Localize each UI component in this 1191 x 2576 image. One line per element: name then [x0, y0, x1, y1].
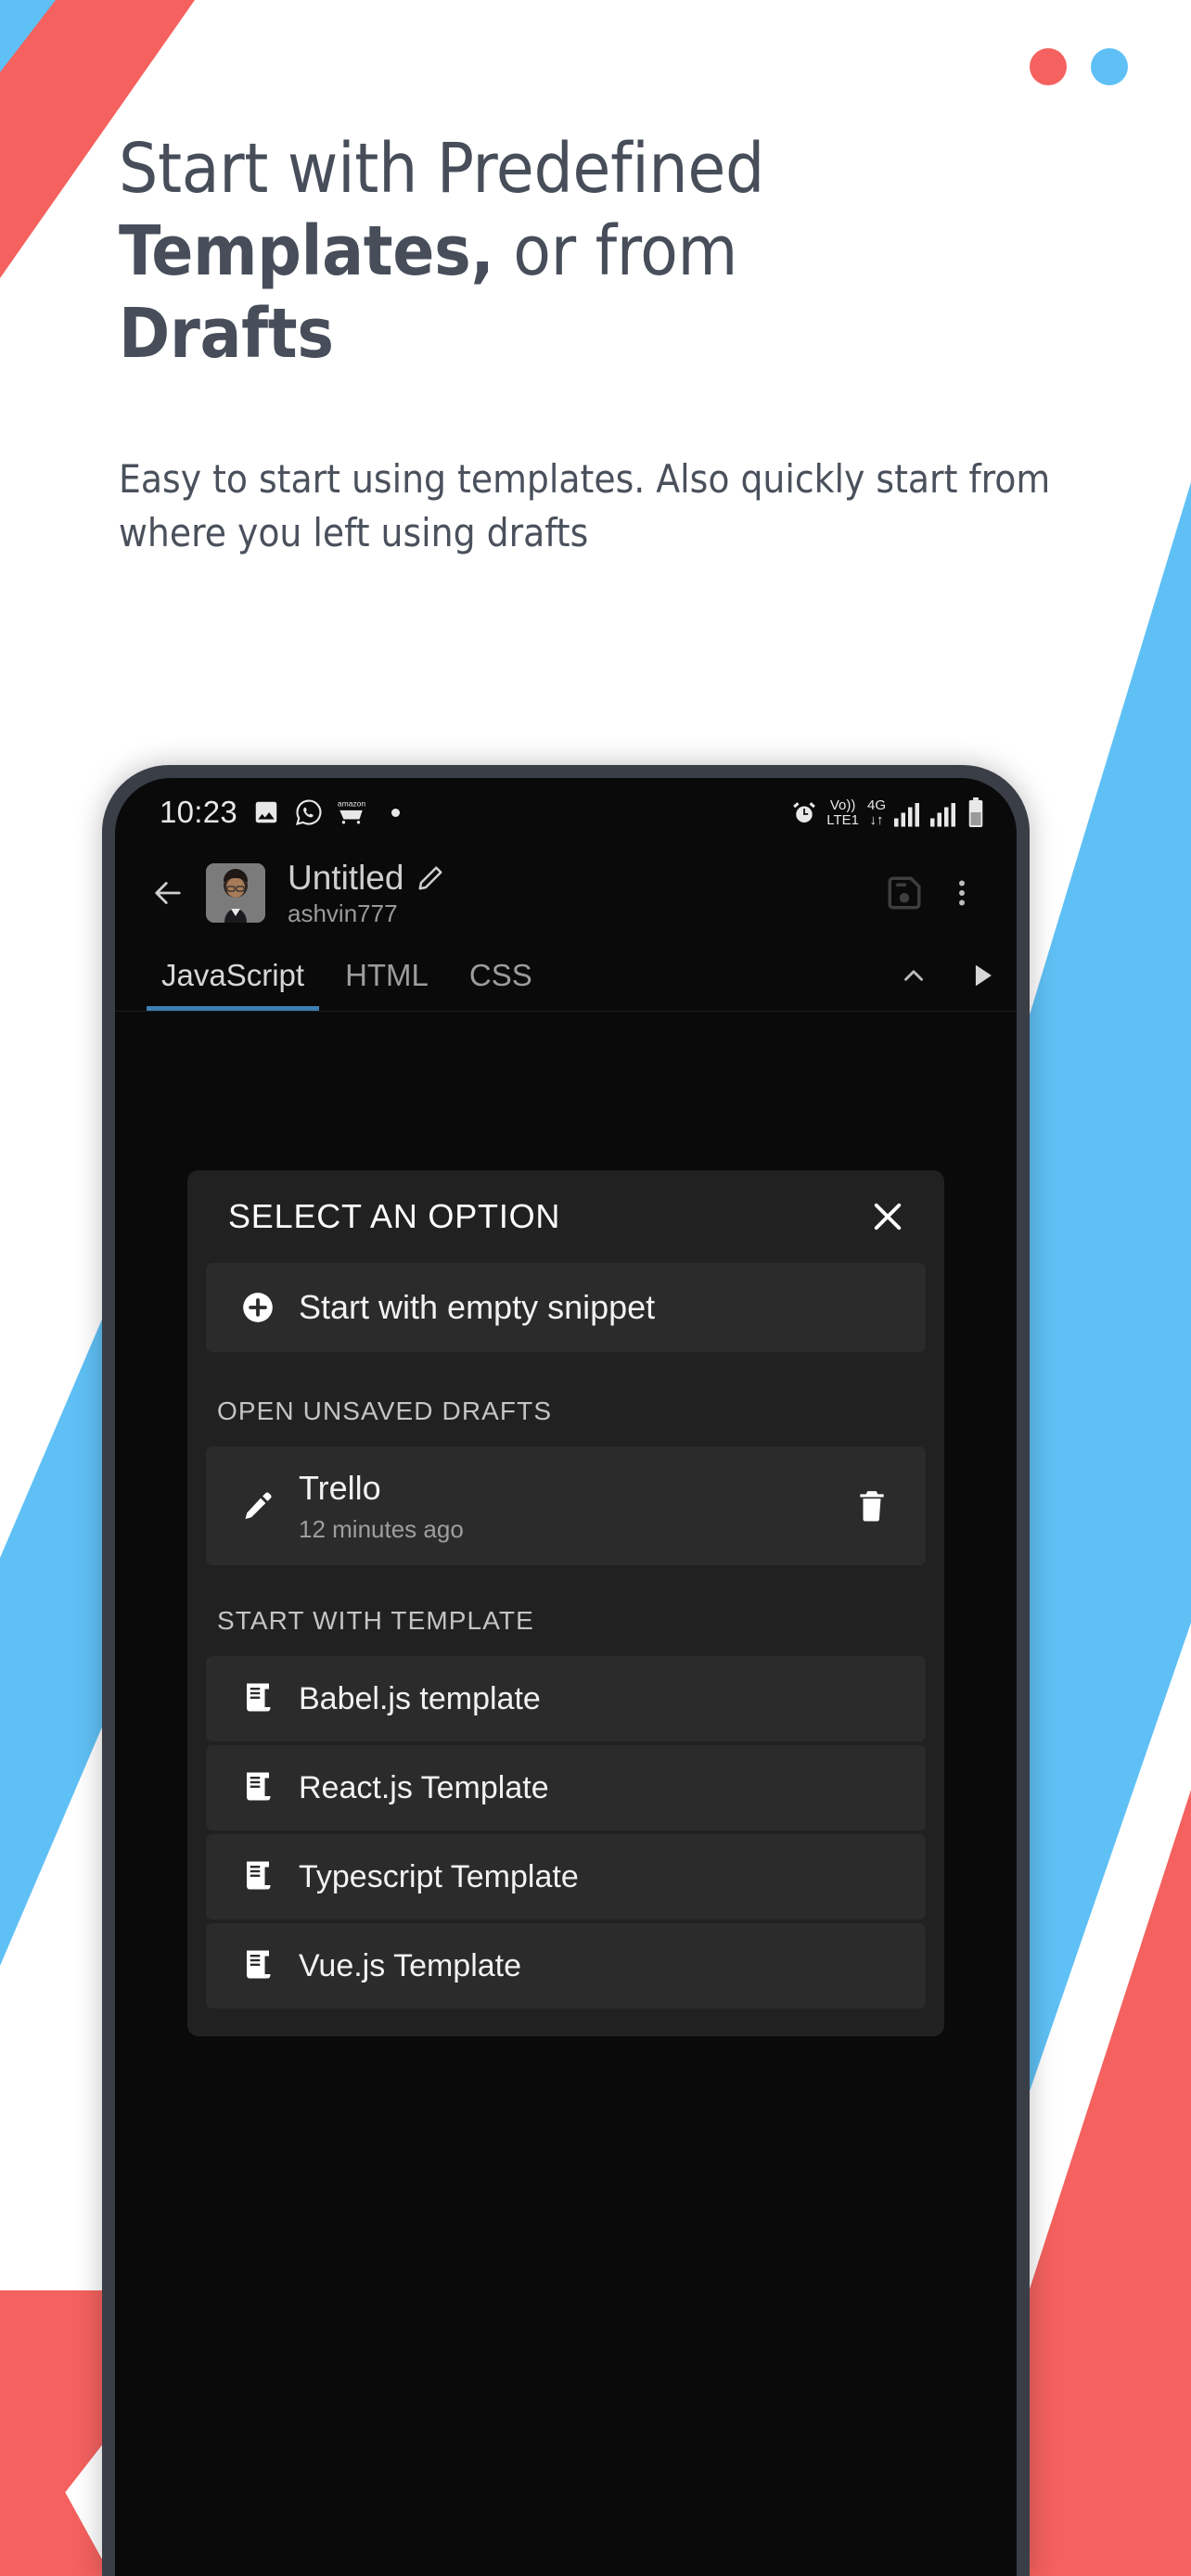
- script-icon: [232, 1949, 284, 1983]
- volte-bottom: LTE1: [826, 811, 859, 828]
- svg-text:amazon: amazon: [338, 799, 365, 809]
- promo-subtitle: Easy to start using templates. Also quic…: [119, 456, 1051, 556]
- template-item-typescript[interactable]: Typescript Template: [206, 1834, 926, 1919]
- draft-name: Trello: [299, 1468, 381, 1507]
- headline-bold-drafts: Drafts: [119, 293, 334, 374]
- template-item-react-label: React.js Template: [299, 1769, 549, 1805]
- headline-line-1: Start with Predefined: [119, 129, 764, 209]
- toolbar-title-block: Untitled ashvin777: [288, 859, 444, 928]
- red-dot: [1030, 48, 1067, 85]
- draft-timestamp: 12 minutes ago: [299, 1514, 464, 1543]
- pencil-icon: [232, 1489, 284, 1523]
- back-arrow-icon[interactable]: [139, 864, 197, 922]
- page-title: Start with Predefined Templates, or from…: [119, 128, 1056, 375]
- template-item-vue[interactable]: Vue.js Template: [206, 1923, 926, 2009]
- chevron-up-icon[interactable]: [879, 939, 948, 1011]
- signal-bars-secondary-icon: [930, 801, 958, 827]
- script-icon: [232, 1771, 284, 1804]
- plus-circle-icon: [232, 1290, 284, 1325]
- template-item-vue-label: Vue.js Template: [299, 1947, 522, 1983]
- blue-dot: [1091, 48, 1128, 85]
- status-bar-clock: 10:23: [160, 795, 238, 829]
- editor-tabs: JavaScript HTML CSS: [115, 939, 1017, 1012]
- signal-bars-icon: [894, 801, 922, 827]
- phone-mockup: 10:23 amazon Vo)) LTE1 4G ↓↑ Untitled as…: [102, 765, 1030, 2576]
- templates-section-label: START WITH TEMPLATE: [217, 1606, 534, 1635]
- header-dots: [1030, 48, 1128, 85]
- start-empty-snippet-button[interactable]: Start with empty snippet: [206, 1263, 926, 1352]
- avatar[interactable]: [206, 863, 265, 923]
- template-item-babel-label: Babel.js template: [299, 1680, 541, 1716]
- pencil-icon[interactable]: [416, 864, 444, 892]
- battery-icon: [967, 797, 985, 827]
- notification-dot-icon: [391, 808, 401, 817]
- image-icon: [252, 798, 280, 826]
- script-icon: [232, 1860, 284, 1894]
- snippet-title: Untitled: [288, 858, 404, 897]
- play-icon[interactable]: [948, 939, 1017, 1011]
- tab-css-label: CSS: [468, 957, 532, 992]
- headline-rest: or from: [493, 210, 738, 291]
- dialog-header: SELECT AN OPTION: [187, 1170, 944, 1263]
- amazon-cart-icon: amazon: [338, 797, 365, 827]
- app-toolbar: Untitled ashvin777: [115, 847, 1017, 939]
- alarm-icon: [790, 799, 818, 827]
- tab-css[interactable]: CSS: [449, 939, 553, 1011]
- start-empty-snippet-label: Start with empty snippet: [299, 1288, 656, 1326]
- status-bar: 10:23 amazon Vo)) LTE1 4G ↓↑: [115, 778, 1017, 847]
- select-option-dialog: SELECT AN OPTION Start with empty snippe…: [187, 1170, 944, 2036]
- template-item-typescript-label: Typescript Template: [299, 1858, 579, 1894]
- draft-list-item[interactable]: Trello 12 minutes ago: [206, 1447, 926, 1565]
- tabs-spacer: [553, 939, 879, 1011]
- trash-icon[interactable]: [844, 1488, 900, 1524]
- tab-javascript-label: JavaScript: [161, 957, 305, 992]
- save-icon[interactable]: [877, 866, 931, 920]
- tab-html-label: HTML: [345, 957, 429, 992]
- volte-indicator: Vo)) LTE1: [826, 798, 859, 827]
- headline-bold-templates: Templates,: [119, 210, 494, 291]
- volte-top: Vo)): [829, 797, 856, 814]
- close-icon[interactable]: [863, 1192, 913, 1242]
- snippet-owner: ashvin777: [288, 899, 398, 927]
- drafts-section-label: OPEN UNSAVED DRAFTS: [217, 1396, 553, 1425]
- overflow-menu-icon[interactable]: [935, 866, 989, 920]
- dialog-title: SELECT AN OPTION: [228, 1197, 561, 1235]
- dialog-body: Start with empty snippet OPEN UNSAVED DR…: [187, 1263, 944, 2036]
- template-item-react[interactable]: React.js Template: [206, 1745, 926, 1830]
- phone-screen: 10:23 amazon Vo)) LTE1 4G ↓↑ Untitled as…: [115, 778, 1017, 2576]
- promo-copy: Start with Predefined Templates, or from…: [119, 128, 1056, 560]
- whatsapp-icon: [295, 798, 323, 826]
- network-indicator: 4G ↓↑: [867, 798, 886, 827]
- network-type: 4G: [866, 797, 886, 814]
- network-traffic: ↓↑: [869, 811, 884, 828]
- tab-javascript[interactable]: JavaScript: [141, 939, 325, 1011]
- tab-html[interactable]: HTML: [325, 939, 449, 1011]
- template-item-babel[interactable]: Babel.js template: [206, 1656, 926, 1741]
- script-icon: [232, 1682, 284, 1715]
